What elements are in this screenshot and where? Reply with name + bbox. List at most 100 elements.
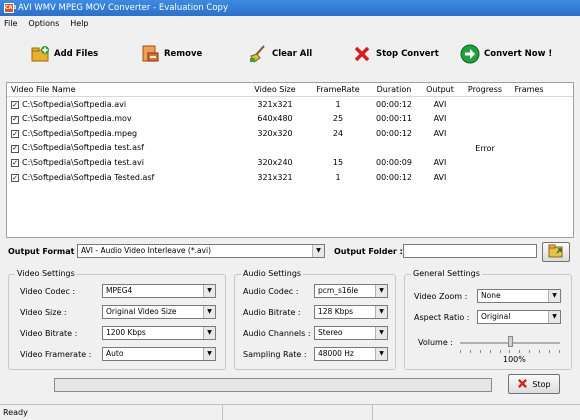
clear-all-button[interactable]: Clear All xyxy=(248,42,312,66)
volume-slider-ticks xyxy=(460,350,560,353)
remove-icon xyxy=(140,44,160,64)
chevron-down-icon: ▼ xyxy=(375,306,387,318)
sampling-rate-select[interactable]: 48000 Hz ▼ xyxy=(314,347,388,361)
cell-out: AVI xyxy=(433,99,447,109)
table-row[interactable]: ✓ C:\Softpedia\Softpedia.avi 321x321 1 00:00… xyxy=(7,97,573,112)
cell-name: ✓ C:\Softpedia\Softpedia.mov xyxy=(7,114,243,124)
header-duration[interactable]: Duration xyxy=(369,85,419,94)
video-codec-select[interactable]: MPEG4 ▼ xyxy=(102,284,216,298)
output-format-value: AVI - Audio Video Interleave (*.avi) xyxy=(81,246,212,255)
video-bitrate-select[interactable]: 1200 Kbps ▼ xyxy=(102,326,216,340)
title-bar: CAB AVI WMV MPEG MOV Converter - Evaluat… xyxy=(0,0,580,16)
chevron-down-icon: ▼ xyxy=(203,306,215,318)
audio-channels-select[interactable]: Stereo ▼ xyxy=(314,326,388,340)
aspect-ratio-select[interactable]: Original ▼ xyxy=(477,310,561,324)
video-zoom-select[interactable]: None ▼ xyxy=(477,289,561,303)
stop-convert-button[interactable]: Stop Convert xyxy=(352,42,439,66)
cell-name: ✓ C:\Softpedia\Softpedia test.asf xyxy=(7,143,243,153)
browse-folder-button[interactable] xyxy=(542,242,570,262)
aspect-ratio-value: Original xyxy=(481,312,511,321)
file-list-header: Video File Name Video Size FrameRate Dur… xyxy=(7,83,573,97)
table-row[interactable]: ✓ C:\Softpedia\Softpedia test.avi 320x240 1… xyxy=(7,155,573,170)
header-file-name[interactable]: Video File Name xyxy=(7,85,243,94)
cell-fr: 25 xyxy=(332,114,344,124)
remove-button[interactable]: Remove xyxy=(140,42,202,66)
chevron-down-icon: ▼ xyxy=(312,245,324,257)
cell-dur: 00:00:12 xyxy=(376,172,412,182)
video-zoom-label: Video Zoom : xyxy=(414,292,468,301)
cell-out: AVI xyxy=(433,158,447,168)
cell-size: 321x321 xyxy=(257,99,293,109)
row-checkbox[interactable]: ✓ xyxy=(11,130,19,139)
menu-bar: File Options Help xyxy=(0,16,580,30)
video-codec-value: MPEG4 xyxy=(106,286,133,295)
stop-button-label: Stop xyxy=(532,379,551,389)
main-window: CAB AVI WMV MPEG MOV Converter - Evaluat… xyxy=(0,0,580,420)
cell-dur: 00:00:11 xyxy=(376,114,412,124)
status-text: Ready xyxy=(3,408,28,417)
broom-icon xyxy=(248,44,268,64)
sampling-rate-label: Sampling Rate : xyxy=(243,350,307,359)
remove-label: Remove xyxy=(164,49,203,59)
video-framerate-label: Video Framerate : xyxy=(20,350,92,359)
video-bitrate-value: 1200 Kbps xyxy=(106,328,146,337)
output-format-label: Output Format : xyxy=(8,247,81,256)
cell-dur: 00:00:12 xyxy=(376,99,412,109)
audio-bitrate-label: Audio Bitrate : xyxy=(243,308,301,317)
output-folder-label: Output Folder : xyxy=(334,247,403,256)
header-output[interactable]: Output xyxy=(419,85,461,94)
aspect-ratio-label: Aspect Ratio : xyxy=(414,313,470,322)
cell-out: AVI xyxy=(433,114,447,124)
sampling-rate-value: 48000 Hz xyxy=(318,349,354,358)
row-checkbox[interactable]: ✓ xyxy=(11,174,19,183)
output-folder-input[interactable] xyxy=(403,244,537,258)
cell-out: AVI xyxy=(433,172,447,182)
file-name: C:\Softpedia\Softpedia test.avi xyxy=(22,157,144,167)
table-row[interactable]: ✓ C:\Softpedia\Softpedia test.asf Error xyxy=(7,141,573,156)
volume-slider-thumb[interactable] xyxy=(508,336,513,347)
video-size-select[interactable]: Original Video Size ▼ xyxy=(102,305,216,319)
menu-help[interactable]: Help xyxy=(70,19,88,28)
header-framerate[interactable]: FrameRate xyxy=(307,85,369,94)
video-bitrate-label: Video Bitrate : xyxy=(20,329,78,338)
volume-value: 100% xyxy=(503,355,526,364)
header-progress[interactable]: Progress xyxy=(461,85,509,94)
video-settings-title: Video Settings xyxy=(15,269,77,278)
stop-button[interactable]: Stop xyxy=(508,374,560,394)
menu-options[interactable]: Options xyxy=(28,19,59,28)
table-row[interactable]: ✓ C:\Softpedia\Softpedia.mpeg 320x320 24 00:… xyxy=(7,126,573,141)
header-frames[interactable]: Frames xyxy=(509,85,549,94)
file-list[interactable]: Video File Name Video Size FrameRate Dur… xyxy=(6,82,574,238)
audio-channels-label: Audio Channels : xyxy=(243,329,311,338)
cell-prog: Error xyxy=(475,143,495,153)
video-framerate-select[interactable]: Auto ▼ xyxy=(102,347,216,361)
row-checkbox[interactable]: ✓ xyxy=(11,144,19,153)
chevron-down-icon: ▼ xyxy=(375,327,387,339)
video-framerate-value: Auto xyxy=(106,349,124,358)
chevron-down-icon: ▼ xyxy=(203,285,215,297)
cell-name: ✓ C:\Softpedia\Softpedia.avi xyxy=(7,100,243,110)
volume-label: Volume : xyxy=(418,338,453,347)
row-checkbox[interactable]: ✓ xyxy=(11,115,19,124)
row-checkbox[interactable]: ✓ xyxy=(11,159,19,168)
audio-bitrate-select[interactable]: 128 Kbps ▼ xyxy=(314,305,388,319)
table-row[interactable]: ✓ C:\Softpedia\Softpedia Tested.asf 321x32… xyxy=(7,170,573,185)
convert-now-label: Convert Now ! xyxy=(484,49,553,59)
folder-icon xyxy=(548,244,564,260)
cell-size: 321x321 xyxy=(257,172,293,182)
cell-name: ✓ C:\Softpedia\Softpedia test.avi xyxy=(7,158,243,168)
menu-file[interactable]: File xyxy=(4,19,17,28)
add-files-button[interactable]: Add Files xyxy=(30,42,98,66)
header-video-size[interactable]: Video Size xyxy=(243,85,307,94)
status-bar: Ready xyxy=(0,404,580,420)
output-format-select[interactable]: AVI - Audio Video Interleave (*.avi) ▼ xyxy=(77,244,325,258)
cell-fr: 1 xyxy=(335,99,341,109)
cell-name: ✓ C:\Softpedia\Softpedia.mpeg xyxy=(7,129,243,139)
audio-codec-select[interactable]: pcm_s16le ▼ xyxy=(314,284,388,298)
row-checkbox[interactable]: ✓ xyxy=(11,101,19,110)
general-settings-title: General Settings xyxy=(411,269,482,278)
convert-now-button[interactable]: Convert Now ! xyxy=(460,42,552,66)
arrow-right-icon xyxy=(460,44,480,64)
table-row[interactable]: ✓ C:\Softpedia\Softpedia.mov 640x480 25 00:0… xyxy=(7,112,573,127)
chevron-down-icon: ▼ xyxy=(548,290,560,302)
